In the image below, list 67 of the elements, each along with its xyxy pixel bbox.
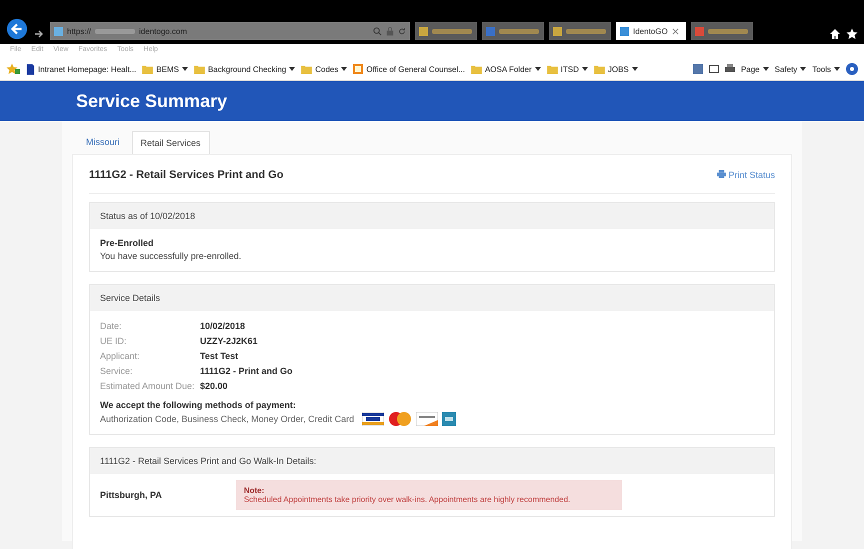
bookmark-link[interactable]: Codes [301, 64, 348, 74]
folder-icon [546, 64, 558, 74]
field-label: UE ID: [100, 335, 128, 348]
browser-tab[interactable]: IdentoGO [616, 22, 686, 40]
mastercard-icon [388, 412, 412, 426]
browser-tab[interactable] [415, 22, 477, 40]
field-value: 1111G2 - Print and Go [200, 365, 293, 378]
command-menu[interactable]: Page [740, 64, 769, 74]
folder-icon [142, 64, 154, 74]
bookmark-link[interactable]: Background Checking [194, 64, 296, 74]
close-icon[interactable] [672, 28, 679, 34]
address-field[interactable]: https:// identogo.com [50, 22, 410, 40]
search-icon[interactable] [373, 26, 382, 36]
visa-card-icon [362, 412, 384, 426]
tab-title: IdentoGO [633, 26, 668, 36]
panel-heading: Status as of 10/02/2018 [90, 203, 774, 229]
home-icon[interactable] [829, 28, 841, 40]
folder-icon [194, 64, 205, 74]
site-icon [353, 64, 364, 74]
bookmark-link[interactable]: JOBS [594, 64, 638, 74]
service-title: 1111G2 - Retail Services Print and Go [89, 169, 284, 181]
caret-icon [800, 67, 806, 71]
bookmark-link[interactable]: AOSA Folder [470, 64, 541, 74]
breadcrumb-tab[interactable]: Missouri [78, 131, 128, 154]
amex-card-icon [442, 412, 456, 426]
caret-icon [834, 67, 840, 71]
note-text: Scheduled Appointments take priority over walk-ins. Appointments are highly recommended. [244, 495, 572, 504]
payment-methods: Authorization Code, Business Check, Money Order, Credit Card [100, 412, 354, 426]
field-label: Estimated Amount Due: [100, 380, 196, 394]
field-label: Date: [100, 320, 123, 334]
command-menu[interactable]: Tools [812, 64, 840, 74]
status-label: Pre-Enrolled [100, 237, 155, 250]
field-value: UZZY-2J2K61 [200, 335, 258, 348]
field-value: 10/02/2018 [200, 320, 246, 334]
command-menu[interactable]: Safety [774, 64, 806, 74]
folder-icon [470, 64, 482, 74]
browser-tab[interactable] [549, 22, 611, 40]
field-label: Service: [100, 365, 134, 378]
bookmark-link[interactable]: ITSD [546, 64, 588, 74]
field-value: $20.00 [200, 380, 228, 394]
panel-heading: 1111G2 - Retail Services Print and Go Walk-In Details: [90, 448, 774, 474]
printer-icon [716, 170, 726, 178]
favorites-star-icon[interactable] [6, 63, 20, 75]
field-label: Applicant: [100, 350, 141, 364]
star-icon[interactable] [846, 28, 858, 40]
discover-card-icon [416, 412, 438, 426]
lock-icon [386, 26, 394, 36]
folder-icon [594, 64, 605, 74]
forward-icon[interactable] [33, 28, 45, 40]
bookmark-link[interactable]: Intranet Homepage: Healt... [26, 64, 136, 74]
page-icon [26, 64, 35, 74]
back-icon[interactable] [6, 18, 28, 40]
print-icon[interactable] [724, 64, 735, 74]
note-title: Note: [244, 486, 266, 496]
panel-heading: Service Details [90, 285, 774, 312]
refresh-icon[interactable] [398, 26, 406, 36]
page-title: Service Summary [76, 90, 228, 112]
breadcrumb-tab[interactable]: Retail Services [132, 131, 210, 154]
payment-heading: We accept the following methods of payment: [100, 399, 297, 412]
bookmark-link[interactable]: BEMS [142, 64, 188, 74]
status-message: You have successfully pre-enrolled. [100, 250, 242, 264]
folder-icon [301, 64, 312, 74]
bookmark-link[interactable]: Office of General Counsel... [353, 64, 465, 74]
location-name: Pittsburgh, PA [100, 490, 162, 500]
site-favicon-icon [54, 26, 63, 36]
caret-icon [762, 67, 769, 71]
field-value: Test Test [200, 350, 238, 364]
